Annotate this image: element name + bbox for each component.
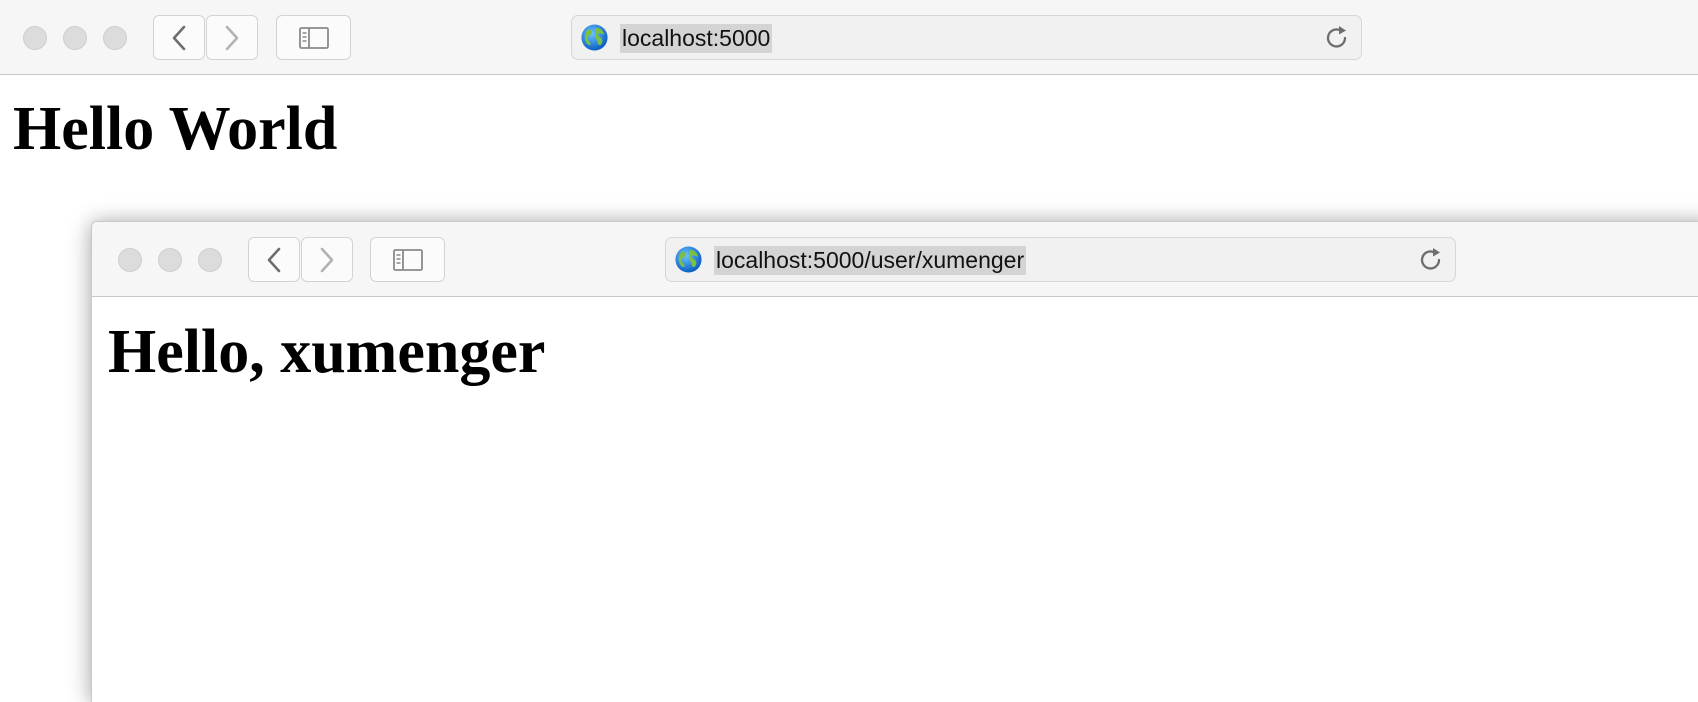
minimize-window-button[interactable] — [63, 26, 87, 50]
sidebar-icon — [392, 248, 423, 271]
forward-button[interactable] — [206, 15, 258, 60]
minimize-window-button[interactable] — [158, 248, 182, 272]
back-button[interactable] — [153, 15, 205, 60]
back-arrow-icon — [267, 247, 281, 272]
show-sidebar-button[interactable] — [276, 15, 351, 60]
reload-icon[interactable] — [1417, 246, 1445, 274]
globe-icon — [581, 24, 608, 51]
back-arrow-icon — [172, 25, 186, 50]
browser-toolbar: localhost:5000/user/xumenger — [92, 222, 1698, 297]
address-bar[interactable]: localhost:5000/user/xumenger — [665, 237, 1456, 282]
back-button[interactable] — [248, 237, 300, 282]
show-sidebar-button[interactable] — [370, 237, 445, 282]
sidebar-icon — [298, 26, 329, 49]
url-text[interactable]: localhost:5000/user/xumenger — [714, 246, 1027, 275]
address-bar[interactable]: localhost:5000 — [571, 15, 1362, 60]
browser-window-front: localhost:5000/user/xumenger Hello, xume… — [91, 221, 1698, 702]
page-heading: Hello, xumenger — [108, 318, 546, 386]
forward-button[interactable] — [301, 237, 353, 282]
globe-icon — [675, 246, 702, 273]
forward-arrow-icon — [225, 25, 239, 50]
zoom-window-button[interactable] — [198, 248, 222, 272]
page-heading: Hello World — [13, 95, 338, 163]
close-window-button[interactable] — [118, 248, 142, 272]
forward-arrow-icon — [320, 247, 334, 272]
url-text[interactable]: localhost:5000 — [620, 24, 773, 53]
reload-icon[interactable] — [1323, 24, 1351, 52]
browser-toolbar: localhost:5000 — [0, 0, 1698, 75]
zoom-window-button[interactable] — [103, 26, 127, 50]
close-window-button[interactable] — [23, 26, 47, 50]
